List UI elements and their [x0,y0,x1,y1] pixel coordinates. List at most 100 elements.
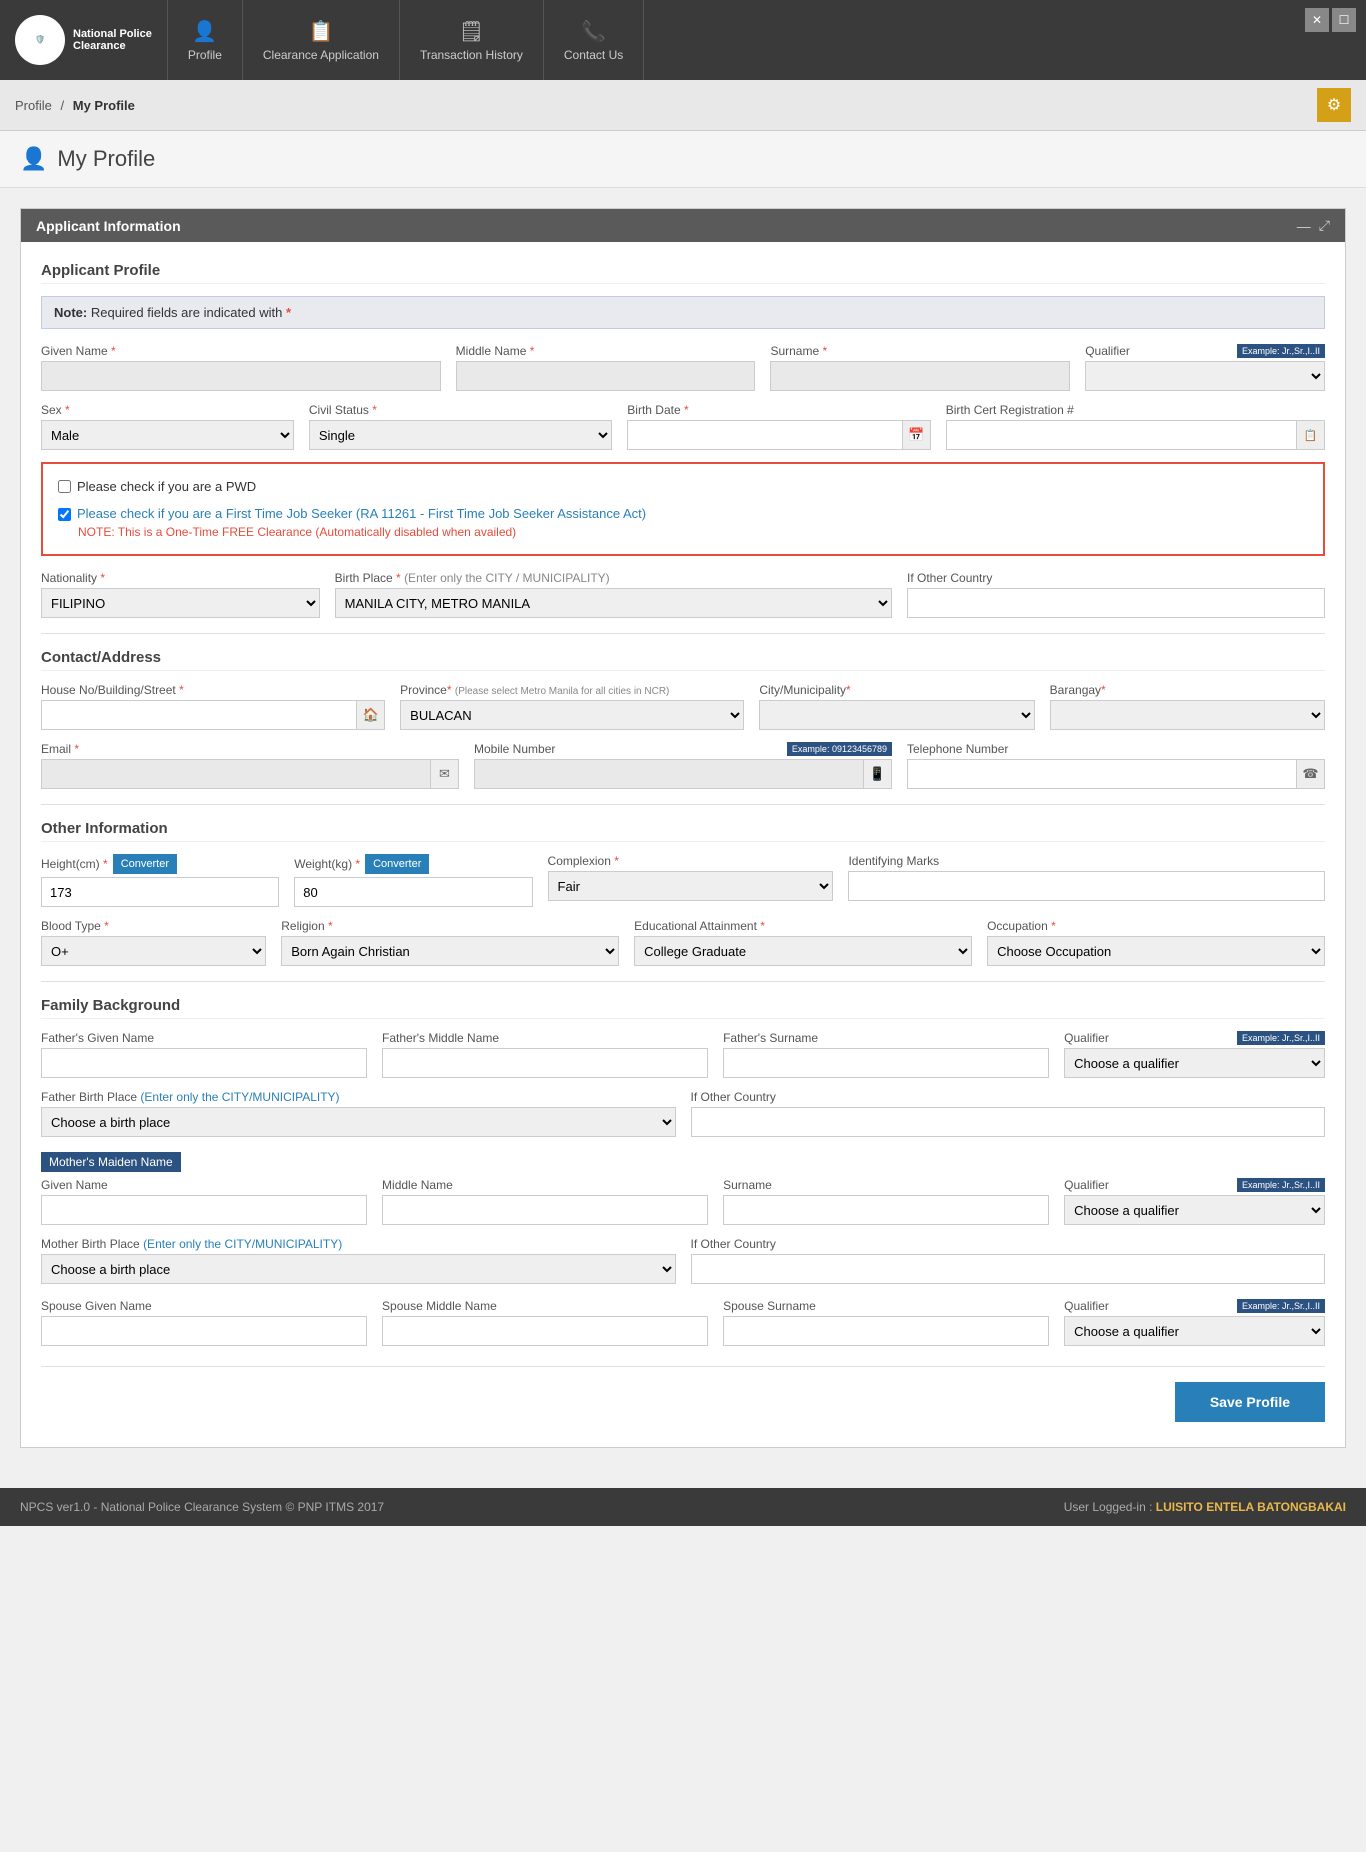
save-btn-bar: Save Profile [41,1366,1325,1427]
qualifier-group: Qualifier Example: Jr.,Sr.,I..II [1085,344,1325,391]
qualifier-select[interactable] [1085,361,1325,391]
telephone-input[interactable] [907,759,1297,789]
mobile-example-badge: Example: 09123456789 [787,742,892,756]
card-title: Applicant Information [36,218,181,234]
birth-cert-input[interactable] [946,420,1297,450]
mother-birth-place-select[interactable]: Choose a birth place [41,1254,676,1284]
mother-qualifier-group: Qualifier Example: Jr.,Sr.,I..II Choose … [1064,1178,1325,1225]
top-nav: 🛡️ National Police Clearance 👤 Profile 📋… [0,0,1366,80]
mother-surname-input[interactable] [723,1195,1049,1225]
pwd-label[interactable]: Please check if you are a PWD [77,479,256,494]
note-prefix: Note: [54,305,87,320]
province-select[interactable]: BULACAN [400,700,744,730]
nationality-group: Nationality * FILIPINO [41,571,320,618]
given-name-input[interactable] [41,361,441,391]
mother-given-label: Given Name [41,1178,367,1192]
first-time-label[interactable]: Please check if you are a First Time Job… [77,506,646,521]
birth-place-label: Birth Place * (Enter only the CITY / MUN… [335,571,892,585]
father-qualifier-select[interactable]: Choose a qualifier [1064,1048,1325,1078]
card-controls: — ⤢ [1297,217,1330,234]
section-title-contact: Contact/Address [41,649,1325,671]
email-input[interactable] [41,759,431,789]
pwd-checkbox-row: Please check if you are a PWD [58,479,1308,494]
middle-name-input[interactable] [456,361,756,391]
mother-given-input[interactable] [41,1195,367,1225]
father-given-group: Father's Given Name [41,1031,367,1078]
province-label: Province* (Please select Metro Manila fo… [400,683,744,697]
father-surname-label: Father's Surname [723,1031,1049,1045]
breadcrumb-parent[interactable]: Profile [15,98,52,113]
mobile-label: Mobile Number [474,742,555,756]
birth-place-group: Birth Place * (Enter only the CITY / MUN… [335,571,892,618]
house-input[interactable] [41,700,357,730]
spouse-middle-input[interactable] [382,1316,708,1346]
sidebar-item-clearance[interactable]: 📋 Clearance Application [243,0,400,80]
sidebar-item-contact[interactable]: 📞 Contact Us [544,0,644,80]
house-label: House No/Building/Street * [41,683,385,697]
father-middle-input[interactable] [382,1048,708,1078]
weight-input[interactable] [294,877,532,907]
mother-other-country-label: If Other Country [691,1237,1326,1251]
religion-select[interactable]: Born Again Christian [281,936,619,966]
other-country-input[interactable] [907,588,1325,618]
complexion-select[interactable]: Fair [548,871,834,901]
minimize-button[interactable]: — [1297,217,1311,234]
expand-button[interactable]: ⤢ [1319,217,1330,234]
mother-middle-label: Middle Name [382,1178,708,1192]
city-select[interactable] [759,700,1034,730]
breadcrumb-current: My Profile [73,98,135,113]
occupation-select[interactable]: Choose Occupation [987,936,1325,966]
restore-button[interactable]: ☐ [1332,8,1356,32]
religion-group: Religion * Born Again Christian [281,919,619,966]
father-other-country-input[interactable] [691,1107,1326,1137]
surname-input[interactable] [770,361,1070,391]
save-profile-button[interactable]: Save Profile [1175,1382,1325,1422]
sidebar-item-profile[interactable]: 👤 Profile [168,0,243,80]
first-time-checkbox[interactable] [58,508,71,521]
contact-icon: 📞 [581,19,606,44]
height-label: Height(cm) * [41,857,108,871]
mobile-group: Mobile Number Example: 09123456789 📱 [474,742,892,789]
pwd-section: Please check if you are a PWD Please che… [41,462,1325,556]
educational-select[interactable]: College Graduate [634,936,972,966]
sex-select[interactable]: Male [41,420,294,450]
father-surname-input[interactable] [723,1048,1049,1078]
name-row: Given Name * Middle Name * Surname * [41,344,1325,391]
sidebar-item-transaction[interactable]: 🗒 Transaction History [400,0,544,80]
father-birth-place-group: Father Birth Place (Enter only the CITY/… [41,1090,676,1137]
settings-button[interactable]: ⚙ [1317,88,1351,122]
breadcrumb-bar: Profile / My Profile ⚙ [0,80,1366,131]
mother-other-country-input[interactable] [691,1254,1326,1284]
civil-status-select[interactable]: Single [309,420,612,450]
barangay-select[interactable] [1050,700,1325,730]
mother-qualifier-select[interactable]: Choose a qualifier [1064,1195,1325,1225]
mother-middle-input[interactable] [382,1195,708,1225]
identifying-marks-input[interactable] [848,871,1325,901]
blood-type-select[interactable]: O+ [41,936,266,966]
other-country-label: If Other Country [907,571,1325,585]
surname-group: Surname * [770,344,1070,391]
house-group: House No/Building/Street * 🏠 [41,683,385,730]
card-body: Applicant Profile Note: Required fields … [21,242,1345,1447]
weight-label: Weight(kg) * [294,857,360,871]
father-birth-place-select[interactable]: Choose a birth place [41,1107,676,1137]
father-given-input[interactable] [41,1048,367,1078]
height-converter-button[interactable]: Converter [113,854,177,874]
mother-birth-place-label: Mother Birth Place (Enter only the CITY/… [41,1237,676,1251]
occupation-label: Occupation * [987,919,1325,933]
birth-place-select[interactable]: MANILA CITY, METRO MANILA [335,588,892,618]
pwd-checkbox[interactable] [58,480,71,493]
nationality-select[interactable]: FILIPINO [41,588,320,618]
father-qualifier-label: Qualifier [1064,1031,1109,1045]
spouse-qualifier-select[interactable]: Choose a qualifier [1064,1316,1325,1346]
height-input[interactable] [41,877,279,907]
spouse-qualifier-group: Qualifier Example: Jr.,Sr.,I..II Choose … [1064,1299,1325,1346]
spouse-surname-input[interactable] [723,1316,1049,1346]
family-background-section: Family Background Father's Given Name Fa… [41,997,1325,1346]
sex-label: Sex * [41,403,294,417]
spouse-given-input[interactable] [41,1316,367,1346]
weight-converter-button[interactable]: Converter [365,854,429,874]
mobile-input[interactable] [474,759,864,789]
birth-date-input[interactable] [627,420,902,450]
close-button[interactable]: ✕ [1305,8,1329,32]
